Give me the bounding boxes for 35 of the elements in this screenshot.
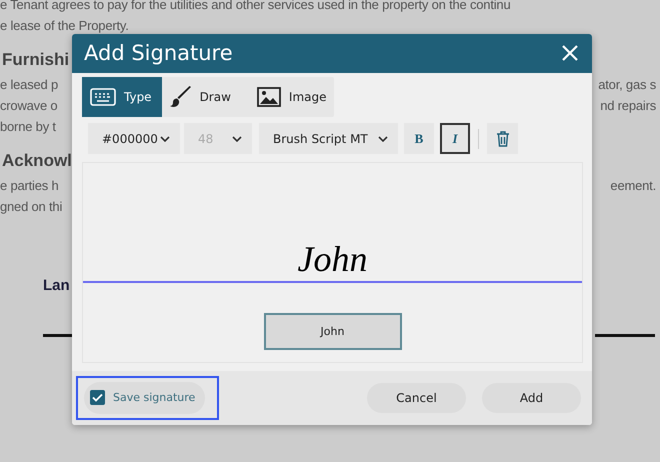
font-select[interactable]: Brush Script MT [259, 123, 398, 154]
checkmark-icon [92, 393, 103, 402]
chevron-down-icon [378, 136, 388, 142]
bold-button[interactable]: B [404, 123, 434, 154]
color-select[interactable]: #000000 [88, 123, 180, 154]
save-signature-checkbox[interactable]: Save signature [84, 382, 206, 414]
chevron-down-icon [232, 136, 242, 142]
document-text: crowave o [0, 98, 58, 115]
italic-button[interactable]: I [440, 123, 470, 154]
tab[interactable]: Image [248, 76, 336, 117]
cancel-button[interactable]: Cancel [367, 382, 466, 413]
add-button[interactable]: Add [482, 382, 581, 413]
document-text: ator, gas s [598, 77, 656, 94]
trash-icon [496, 130, 510, 147]
document-text: e parties h [0, 178, 59, 195]
paintbrush-icon [170, 86, 192, 108]
name-input[interactable]: John [264, 312, 402, 350]
section-heading: Furnishi [2, 50, 70, 70]
document-text: nd repairs [600, 98, 656, 115]
document-text: eement. [610, 178, 656, 195]
delete-button[interactable] [487, 123, 518, 154]
keyboard-icon [90, 88, 116, 106]
section-heading: Acknowl [2, 151, 72, 171]
chevron-down-icon [160, 136, 170, 142]
close-button[interactable] [560, 43, 580, 64]
document-text: e leased p [0, 77, 58, 94]
tab[interactable]: Draw [162, 76, 241, 117]
image-icon [256, 86, 281, 107]
tab[interactable]: Type [82, 76, 162, 117]
document-text: Lan [43, 277, 70, 294]
document-text: e lease of the Property. [0, 18, 129, 35]
document-text: gned on thi [0, 199, 62, 216]
dialog-title: Add Signature [84, 41, 233, 66]
signature-text: John [298, 238, 368, 281]
document-text: borne by t [0, 119, 56, 136]
